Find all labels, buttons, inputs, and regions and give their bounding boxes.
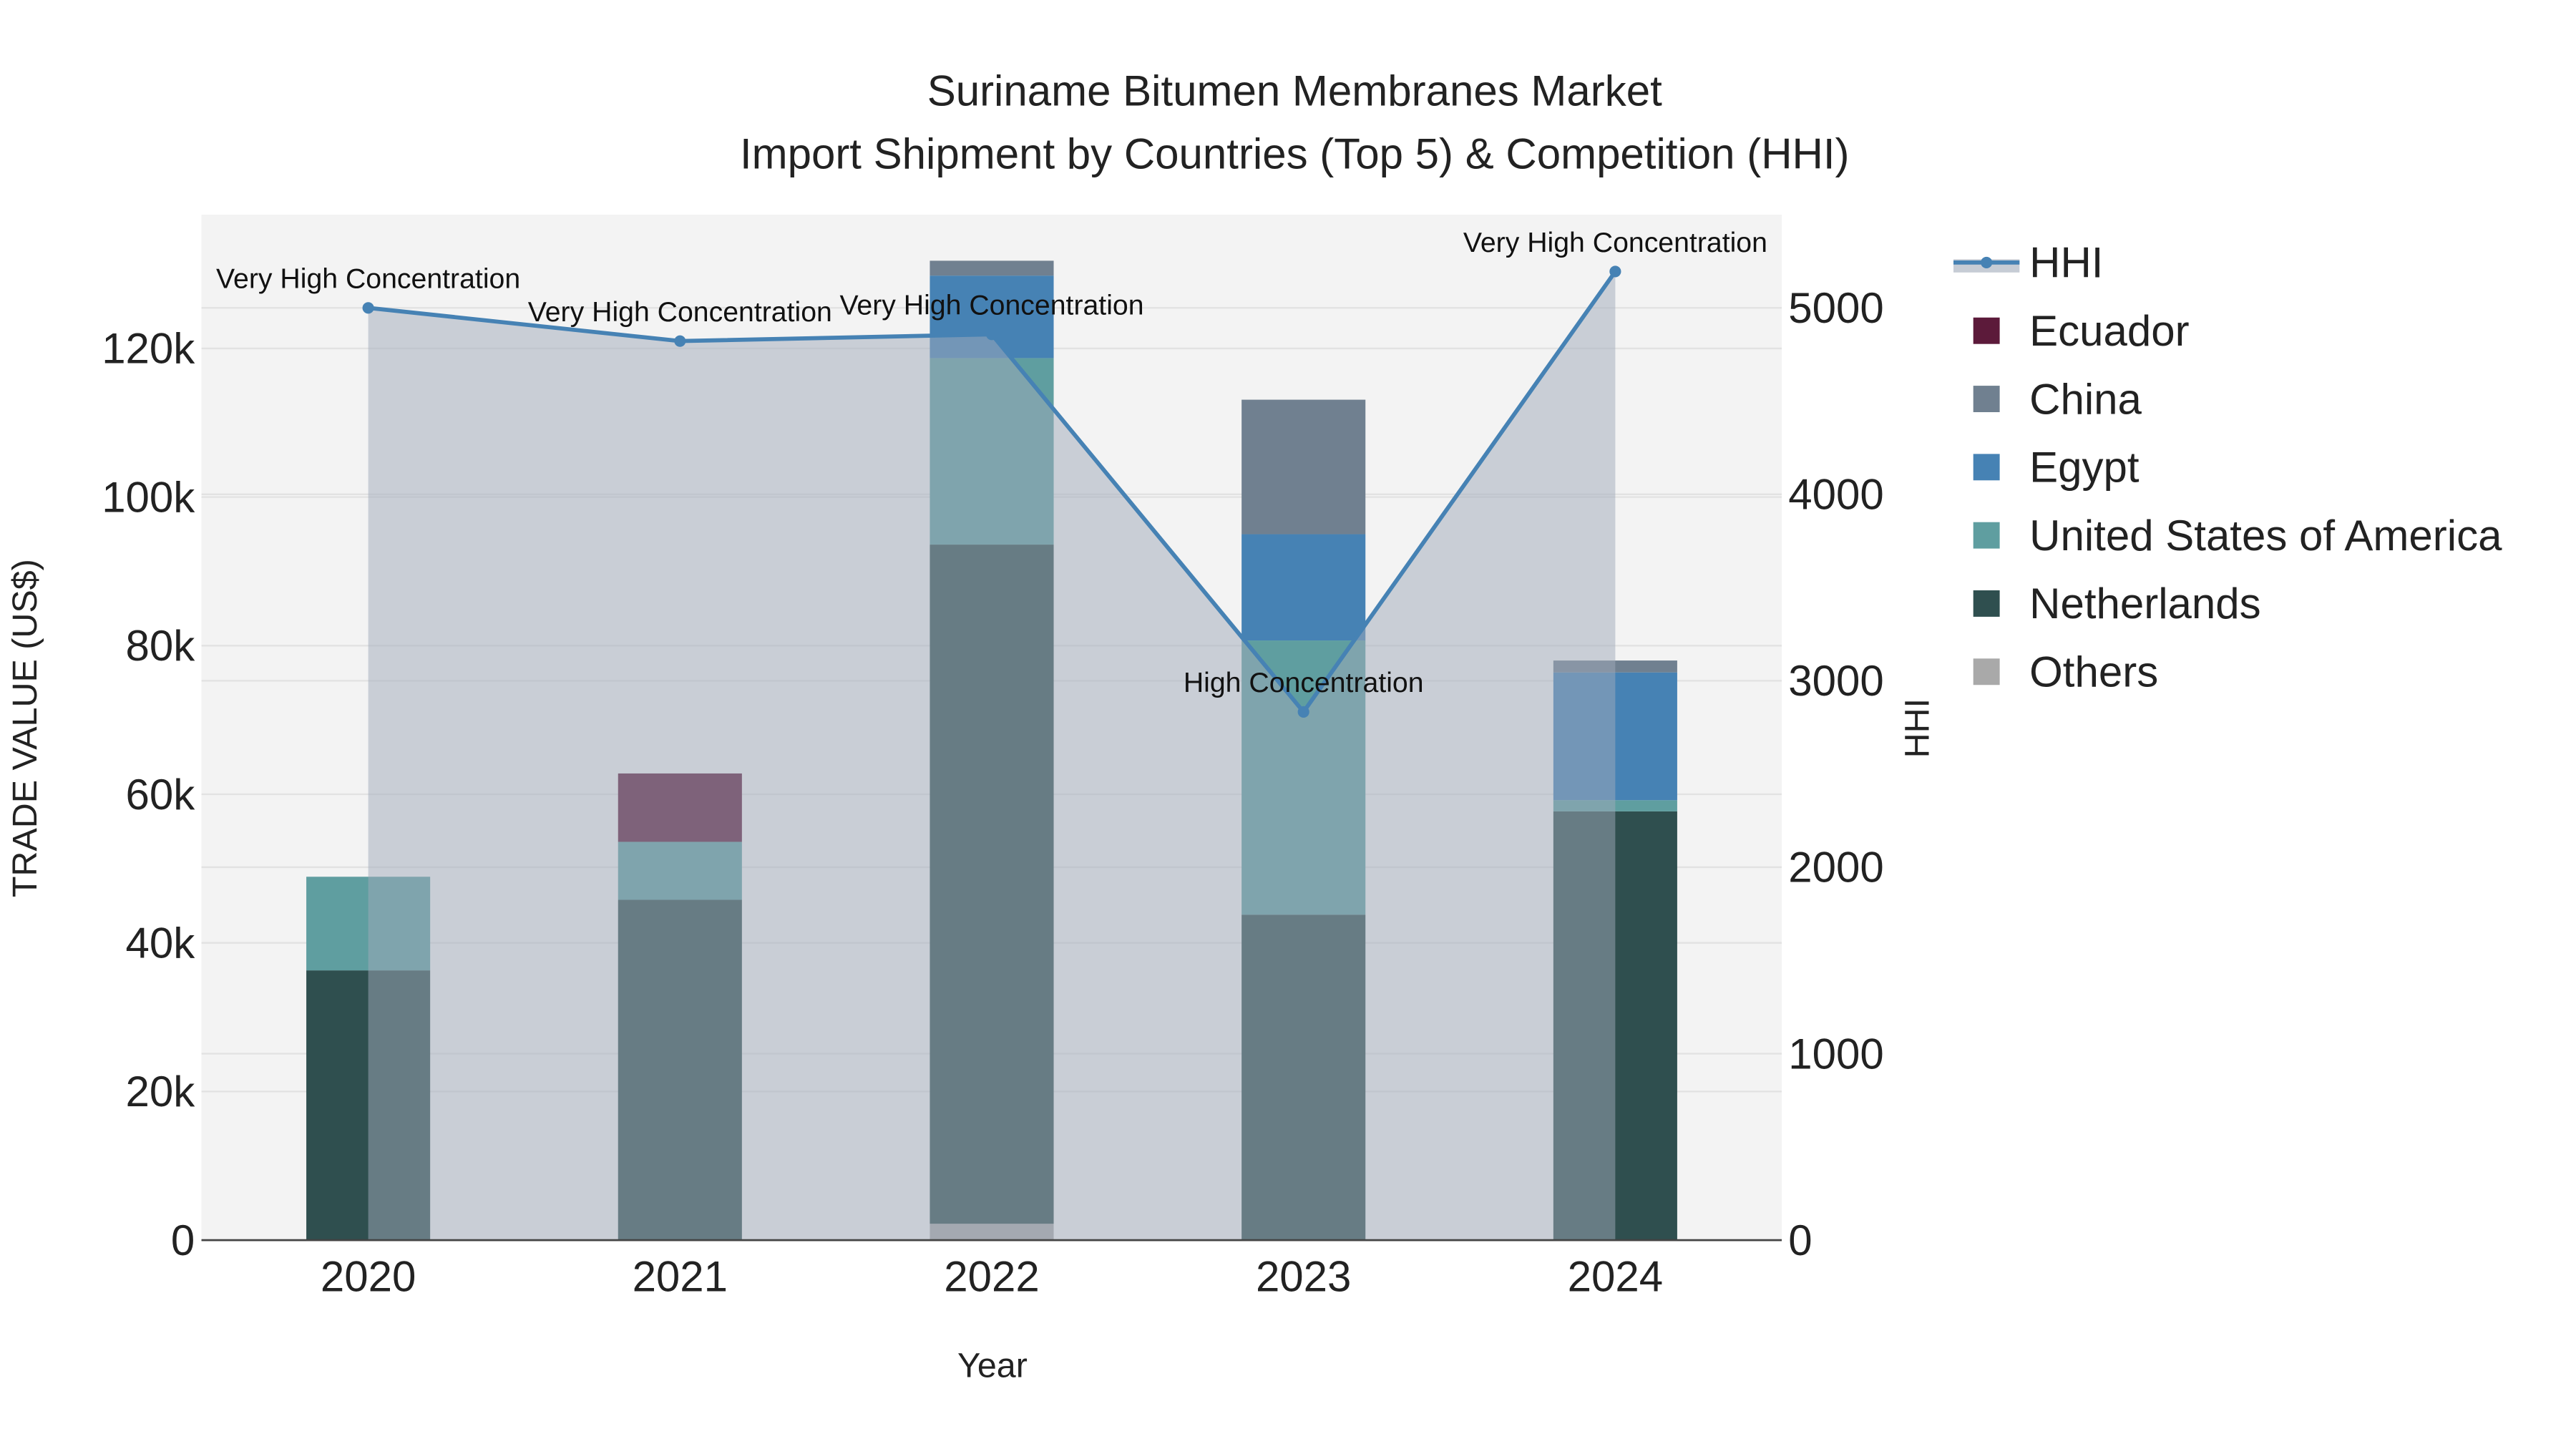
chart-title: Suriname Bitumen Membranes Market	[927, 67, 1662, 115]
bar-china	[930, 260, 1054, 276]
y2-tick-label: 5000	[1788, 284, 1883, 332]
y-tick-label: 60k	[126, 771, 196, 819]
legend-label: Netherlands	[2029, 580, 2261, 628]
legend-swatch	[1973, 522, 2000, 549]
hhi-point	[985, 328, 998, 341]
y-tick-label: 0	[171, 1216, 195, 1264]
legend-label: United States of America	[2029, 512, 2502, 560]
y2-axis-label: HHI	[1898, 698, 1936, 758]
y-tick-label: 20k	[126, 1068, 196, 1116]
x-tick-label: 2022	[944, 1253, 1039, 1301]
y-tick-label: 100k	[102, 473, 195, 521]
y-tick-label: 40k	[126, 919, 196, 967]
legend-label: Others	[2029, 648, 2158, 696]
bar-egypt	[1241, 534, 1366, 641]
x-tick-label: 2023	[1256, 1253, 1351, 1301]
hhi-annotation: Very High Concentration	[528, 296, 832, 328]
hhi-annotation: Very High Concentration	[1463, 227, 1767, 258]
bar-china	[1241, 399, 1366, 535]
x-tick-label: 2021	[633, 1253, 728, 1301]
y-tick-label: 80k	[126, 622, 196, 670]
y-tick-label: 120k	[102, 325, 195, 373]
legend-label: Ecuador	[2029, 307, 2189, 355]
y2-tick-label: 1000	[1788, 1030, 1883, 1078]
x-axis-label: Year	[957, 1347, 1028, 1385]
y2-tick-label: 3000	[1788, 657, 1883, 705]
legend-swatch	[1973, 658, 2000, 686]
y2-tick-label: 0	[1788, 1216, 1812, 1264]
legend-swatch	[1973, 590, 2000, 617]
legend-label: HHI	[2029, 239, 2103, 287]
hhi-point	[1609, 265, 1621, 278]
legend-label: Egypt	[2029, 444, 2140, 492]
chart: Suriname Bitumen Membranes Market Import…	[6, 67, 2502, 1385]
y2-tick-label: 2000	[1788, 844, 1883, 892]
hhi-point	[674, 335, 686, 347]
hhi-annotation: High Concentration	[1184, 667, 1424, 698]
legend-swatch	[1973, 317, 2000, 344]
hhi-annotation: Very High Concentration	[839, 290, 1143, 321]
legend-label: China	[2029, 375, 2142, 423]
y2-tick-label: 4000	[1788, 471, 1883, 519]
hhi-point	[362, 302, 374, 314]
x-tick-label: 2024	[1568, 1253, 1663, 1301]
legend-swatch	[1973, 386, 2000, 412]
x-tick-label: 2020	[321, 1253, 416, 1301]
hhi-annotation: Very High Concentration	[216, 263, 520, 295]
hhi-point	[1297, 706, 1309, 718]
y-axis-label: TRADE VALUE (US$)	[6, 559, 44, 897]
chart-subtitle: Import Shipment by Countries (Top 5) & C…	[740, 130, 1850, 177]
legend-swatch	[1973, 454, 2000, 481]
legend-hhi-marker	[1981, 256, 1993, 268]
